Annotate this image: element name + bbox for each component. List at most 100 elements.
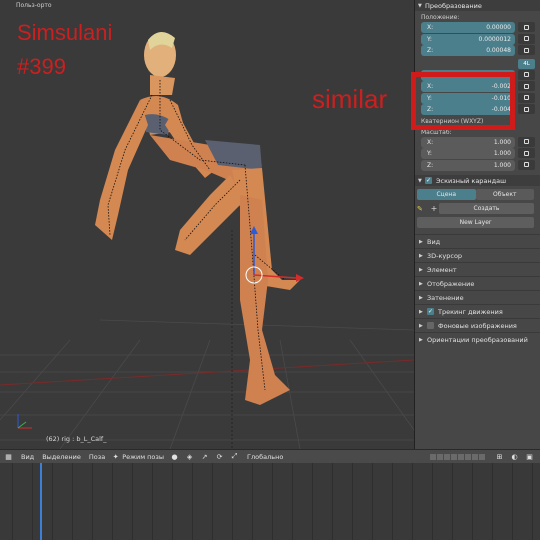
scale-icon[interactable]: ⤢	[230, 452, 239, 461]
lock-icon[interactable]	[518, 136, 535, 147]
scale-x-field[interactable]: X: 1.000	[421, 136, 515, 148]
overlay-number: #399	[17, 54, 66, 79]
scale-label: Масштаб:	[421, 128, 452, 136]
lock-icon[interactable]	[518, 104, 535, 114]
section-checkbox[interactable]	[427, 322, 434, 329]
pivot-icon[interactable]: ◈	[185, 452, 194, 461]
location-z-field[interactable]: Z: 0.00048	[421, 45, 515, 56]
3d-viewport[interactable]: Польз-орто Simsulani #399 similar (62) r…	[0, 0, 414, 449]
location-x-field[interactable]: X: 0.00000	[421, 22, 515, 33]
orientation-select[interactable]: Глобально	[247, 453, 283, 461]
rotation-y-field[interactable]: Y: -0.010	[421, 92, 515, 104]
frame-line	[292, 463, 293, 540]
expand-triangle-icon: ▶	[419, 238, 423, 245]
rotation-z-row: Z: -0.004	[415, 104, 540, 116]
mode-select[interactable]: Режим позы	[122, 453, 164, 461]
expand-triangle-icon: ▶	[419, 294, 423, 301]
rotation-w-field[interactable]: W: 1.000	[421, 69, 515, 81]
lock-icon[interactable]: ⊞	[495, 452, 504, 461]
rotation-x-row: X: -0.002	[415, 81, 540, 93]
scale-y-field[interactable]: Y: 1.000	[421, 148, 515, 159]
frame-line	[192, 463, 193, 540]
layer-grid[interactable]	[430, 453, 485, 460]
panel-sections: ▶ Вид ▶ 3D-курсор ▶ Элемент ▶ Отображение ▶ Затен…	[415, 234, 540, 346]
blender-window: Польз-орто Simsulani #399 similar (62) r…	[0, 0, 540, 540]
menu-pose[interactable]: Поза	[89, 453, 105, 461]
frame-line	[92, 463, 93, 540]
frame-line	[72, 463, 73, 540]
panel-section[interactable]: ▶ Ориентации преобразований	[415, 332, 540, 346]
render-icon[interactable]: ◐	[510, 452, 519, 461]
pose-mode-icon: ✦	[112, 452, 119, 461]
create-button[interactable]: Создать	[439, 203, 534, 214]
timeline[interactable]	[0, 463, 540, 540]
lock-icon[interactable]	[518, 69, 535, 80]
properties-panel: ▼ Преобразование Положение: X: 0.00000 Y:…	[414, 0, 540, 449]
new-layer-button[interactable]: New Layer	[417, 217, 534, 228]
overlay-note: similar	[312, 84, 388, 114]
panel-section[interactable]: ▶ Вид	[415, 234, 540, 248]
location-x-row: X: 0.00000	[415, 22, 540, 34]
panel-section[interactable]: ▶ Отображение	[415, 276, 540, 290]
lock-icon[interactable]	[518, 148, 535, 158]
gpencil-source-tabs: Сцена Объект	[417, 189, 534, 200]
panel-section[interactable]: ▶ ✓ Трекинг движения	[415, 304, 540, 318]
scale-z-row: Z: 1.000	[415, 159, 540, 172]
expand-triangle-icon: ▶	[419, 252, 423, 259]
frame-line	[252, 463, 253, 540]
gpencil-create-row: ✎ + Создать	[417, 203, 534, 214]
camera-icon[interactable]: ▣	[525, 452, 534, 461]
section-label: Трекинг движения	[438, 307, 503, 316]
rotation-lock-mode-button[interactable]: 4L	[518, 58, 535, 69]
expand-triangle-icon: ▶	[419, 322, 423, 329]
lock-icon[interactable]	[518, 45, 535, 55]
shading-icon[interactable]: ●	[170, 452, 179, 461]
rotation-x-field[interactable]: X: -0.002	[421, 81, 515, 92]
gpencil-checkbox[interactable]: ✓	[425, 177, 432, 184]
transform-header[interactable]: ▼ Преобразование	[415, 0, 540, 11]
lock-icon[interactable]	[518, 22, 535, 32]
location-y-row: Y: 0.0000012	[415, 33, 540, 46]
section-checkbox[interactable]: ✓	[427, 308, 434, 315]
frame-line	[152, 463, 153, 540]
frame-line	[412, 463, 413, 540]
lock-icon[interactable]	[518, 81, 535, 91]
tab-object[interactable]: Объект	[475, 189, 534, 200]
frame-line	[112, 463, 113, 540]
frame-line	[212, 463, 213, 540]
frame-line	[472, 463, 473, 540]
rotate-icon[interactable]: ⟳	[215, 452, 224, 461]
mode-row: 4L	[415, 57, 540, 70]
rotation-z-field[interactable]: Z: -0.004	[421, 104, 515, 115]
panel-section[interactable]: ▶ Затенение	[415, 290, 540, 304]
gpencil-header[interactable]: ▼ ✓ Эскизный карандаш	[415, 175, 540, 186]
viewport-header: ▦ Вид Выделение Поза ✦ Режим позы ● ◈ ↗ …	[0, 449, 540, 463]
section-label: Фоновые изображения	[438, 321, 517, 330]
frame-line	[512, 463, 513, 540]
character-figure[interactable]	[95, 31, 300, 405]
playhead[interactable]	[40, 463, 42, 540]
rotation-y-row: Y: -0.010	[415, 92, 540, 105]
panel-section[interactable]: ▶ 3D-курсор	[415, 248, 540, 262]
scale-z-field[interactable]: Z: 1.000	[421, 159, 515, 171]
section-label: Ориентации преобразований	[427, 335, 528, 344]
collapse-triangle-icon: ▼	[418, 177, 422, 184]
menu-view[interactable]: Вид	[21, 453, 34, 461]
editor-type-icon[interactable]: ▦	[4, 452, 13, 461]
menu-select[interactable]: Выделение	[42, 453, 81, 461]
panel-section[interactable]: ▶ Элемент	[415, 262, 540, 276]
location-y-field[interactable]: Y: 0.0000012	[421, 33, 515, 45]
frame-line	[52, 463, 53, 540]
manipulator-icon[interactable]: ↗	[200, 452, 209, 461]
rotation-mode-select[interactable]: Кватернион (WXYZ)	[415, 116, 540, 126]
active-bone-info: (62) rig : b_L_Calf_	[46, 435, 107, 443]
lock-icon[interactable]	[518, 33, 535, 44]
lock-icon[interactable]	[518, 159, 535, 170]
plus-icon[interactable]: +	[429, 204, 439, 213]
section-label: 3D-курсор	[427, 251, 463, 260]
frame-line	[332, 463, 333, 540]
axis-orientation-icon	[17, 414, 32, 429]
tab-scene[interactable]: Сцена	[417, 189, 476, 200]
panel-section[interactable]: ▶ Фоновые изображения	[415, 318, 540, 332]
lock-icon[interactable]	[518, 92, 535, 103]
